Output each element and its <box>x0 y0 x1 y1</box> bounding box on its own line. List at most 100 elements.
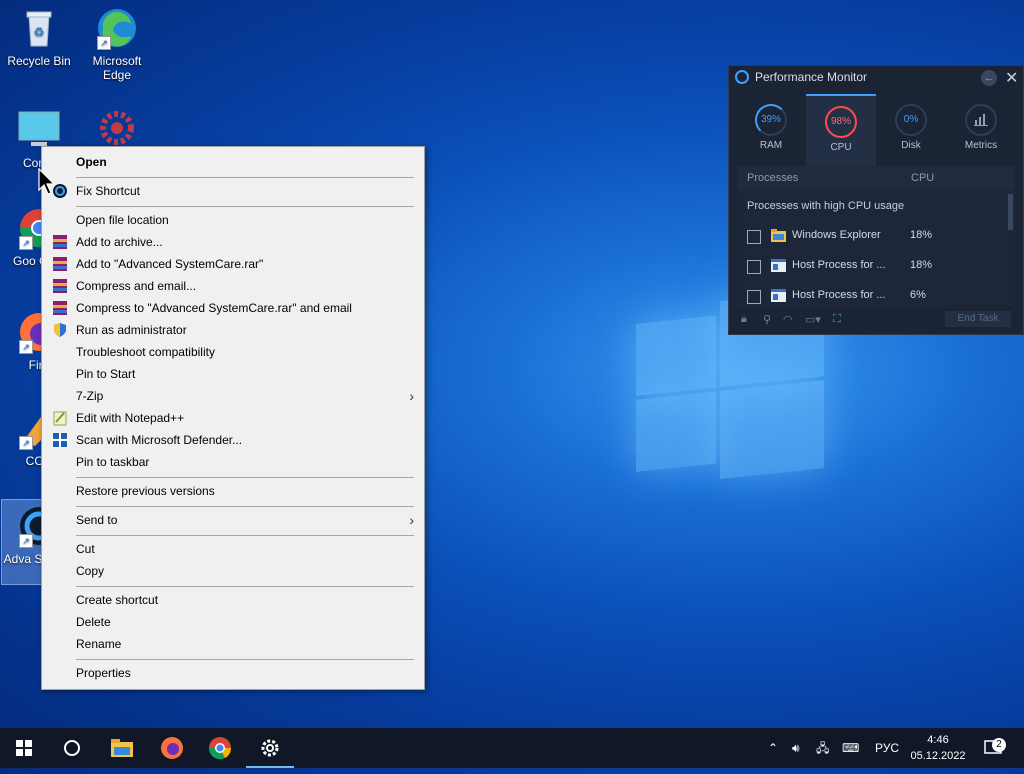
menu-label: Send to <box>76 513 118 527</box>
menu-item-rename[interactable]: Rename <box>42 633 424 655</box>
menu-item-pin-to-start[interactable]: Pin to Start <box>42 363 424 385</box>
menu-item-open-file-location[interactable]: Open file location <box>42 209 424 231</box>
scrollbar[interactable] <box>1008 194 1013 230</box>
tab-cpu[interactable]: 98% CPU <box>806 94 876 166</box>
screenshot-icon[interactable]: ⛶ <box>833 313 841 326</box>
menu-item-troubleshoot-compatibility[interactable]: Troubleshoot compatibility <box>42 341 424 363</box>
menu-label: Troubleshoot compatibility <box>76 345 215 359</box>
menu-separator <box>76 477 414 478</box>
process-checkbox[interactable] <box>747 290 761 304</box>
search-button[interactable] <box>48 728 96 768</box>
menu-label: Add to "Advanced SystemCare.rar" <box>76 257 264 271</box>
desktop-icon-recycle-bin[interactable]: ♻ Recycle Bin <box>2 6 76 68</box>
menu-item-copy[interactable]: Copy <box>42 560 424 582</box>
chevron-right-icon: › <box>409 512 414 528</box>
show-hidden-icons-chevron-up-icon[interactable]: ⌃ <box>768 728 778 768</box>
windows-icon <box>16 740 32 756</box>
winrar-icon <box>53 235 67 249</box>
table-row[interactable]: Windows Explorer 18% <box>737 223 1005 251</box>
menu-label: Run as administrator <box>76 323 187 337</box>
tab-label: RAM <box>759 140 783 151</box>
performance-monitor-window: Performance Monitor ← ✕ 39% RAM 98% CPU … <box>728 65 1024 335</box>
svg-text:♻: ♻ <box>34 25 45 39</box>
mouse-cursor-icon <box>38 168 56 195</box>
menu-label: Compress and email... <box>76 279 197 293</box>
column-header-cpu[interactable]: CPU <box>911 172 934 184</box>
process-category: Processes with high CPU usage <box>747 200 905 212</box>
disk-gauge: 0% <box>895 104 927 136</box>
winrar-icon <box>53 279 67 293</box>
menu-item-open[interactable]: Open <box>42 151 424 173</box>
window-icon[interactable]: ▭▾ <box>805 313 821 326</box>
window-icon <box>771 289 786 302</box>
menu-label: Cut <box>76 542 95 556</box>
menu-item-fix-shortcut[interactable]: Fix Shortcut <box>42 180 424 202</box>
firefox-icon <box>161 737 183 759</box>
menu-item-compress-and-email[interactable]: Compress and email... <box>42 275 424 297</box>
gear-icon <box>95 106 139 150</box>
taskbar-firefox[interactable] <box>148 728 196 768</box>
back-arrow-icon[interactable]: ← <box>981 70 997 86</box>
speed-icon[interactable]: ◠ <box>783 313 793 326</box>
notification-center-icon[interactable]: 2 <box>984 728 1006 768</box>
menu-separator <box>76 506 414 507</box>
menu-separator <box>76 177 414 178</box>
menu-item-add-to-rar[interactable]: Add to "Advanced SystemCare.rar" <box>42 253 424 275</box>
ram-gauge: 39% <box>755 104 787 136</box>
menu-label: 7-Zip <box>76 389 104 403</box>
menu-item-compress-to-rar-and-email[interactable]: Compress to "Advanced SystemCare.rar" an… <box>42 297 424 319</box>
clock[interactable]: 4:46 05.12.2022 <box>900 732 976 764</box>
systemcare-logo-icon <box>735 70 749 84</box>
monitor-toolbar: 🔒︎ ⚲ ◠ ▭▾ ⛶ End Task <box>737 311 1015 329</box>
table-row[interactable]: Host Process for ... 18% <box>737 253 1005 281</box>
menu-item-send-to[interactable]: Send to › <box>42 509 424 531</box>
taskbar-file-explorer[interactable] <box>98 728 146 768</box>
column-header-processes[interactable]: Processes <box>747 172 798 184</box>
tab-disk[interactable]: 0% Disk <box>876 94 946 164</box>
menu-item-properties[interactable]: Properties <box>42 662 424 684</box>
process-checkbox[interactable] <box>747 230 761 244</box>
menu-item-cut[interactable]: Cut <box>42 538 424 560</box>
menu-label: Pin to Start <box>76 367 136 381</box>
start-button[interactable] <box>0 728 48 768</box>
menu-item-add-to-archive[interactable]: Add to archive... <box>42 231 424 253</box>
process-name: Host Process for ... <box>792 289 886 301</box>
menu-item-scan-with-defender[interactable]: Scan with Microsoft Defender... <box>42 429 424 451</box>
winrar-icon <box>53 301 67 315</box>
menu-item-create-shortcut[interactable]: Create shortcut <box>42 589 424 611</box>
cpu-gauge: 98% <box>825 106 857 138</box>
icon-label: Recycle Bin <box>7 54 71 68</box>
volume-icon[interactable]: 🔊︎ <box>792 728 800 768</box>
gear-icon <box>261 739 279 757</box>
folder-icon <box>771 229 786 242</box>
menu-item-7-zip[interactable]: 7-Zip › <box>42 385 424 407</box>
process-cpu: 6% <box>910 289 926 301</box>
lock-icon[interactable]: 🔒︎ <box>741 313 747 326</box>
keyboard-icon[interactable]: ⌨ <box>842 728 859 768</box>
menu-item-edit-with-notepad[interactable]: Edit with Notepad++ <box>42 407 424 429</box>
menu-item-delete[interactable]: Delete <box>42 611 424 633</box>
menu-item-run-as-administrator[interactable]: Run as administrator <box>42 319 424 341</box>
notepad-plus-plus-icon <box>53 411 67 426</box>
menu-label: Delete <box>76 615 111 629</box>
notification-count-badge: 2 <box>992 738 1006 752</box>
context-menu: Open Fix Shortcut Open file location Add… <box>41 146 425 690</box>
taskbar-chrome[interactable] <box>196 728 244 768</box>
taskbar-settings[interactable] <box>246 728 294 768</box>
menu-item-pin-to-taskbar[interactable]: Pin to taskbar <box>42 451 424 473</box>
process-checkbox[interactable] <box>747 260 761 274</box>
language-indicator[interactable]: РУС <box>875 728 899 768</box>
desktop-icon-microsoft-edge[interactable]: ↗ Microsoft Edge <box>80 6 154 82</box>
search-circle-icon <box>64 740 80 756</box>
chevron-right-icon: › <box>409 388 414 404</box>
network-icon[interactable]: 🖧 <box>816 728 829 768</box>
close-icon[interactable]: ✕ <box>1005 68 1018 88</box>
menu-label: Copy <box>76 564 105 578</box>
menu-item-restore-previous-versions[interactable]: Restore previous versions <box>42 480 424 502</box>
tab-metrics[interactable]: Metrics <box>946 94 1016 164</box>
process-name: Windows Explorer <box>792 229 881 241</box>
table-row[interactable]: Host Process for ... 6% <box>737 283 1005 306</box>
tab-ram[interactable]: 39% RAM <box>736 94 806 164</box>
end-task-button[interactable]: End Task <box>945 311 1011 327</box>
search-icon[interactable]: ⚲ <box>763 313 771 326</box>
